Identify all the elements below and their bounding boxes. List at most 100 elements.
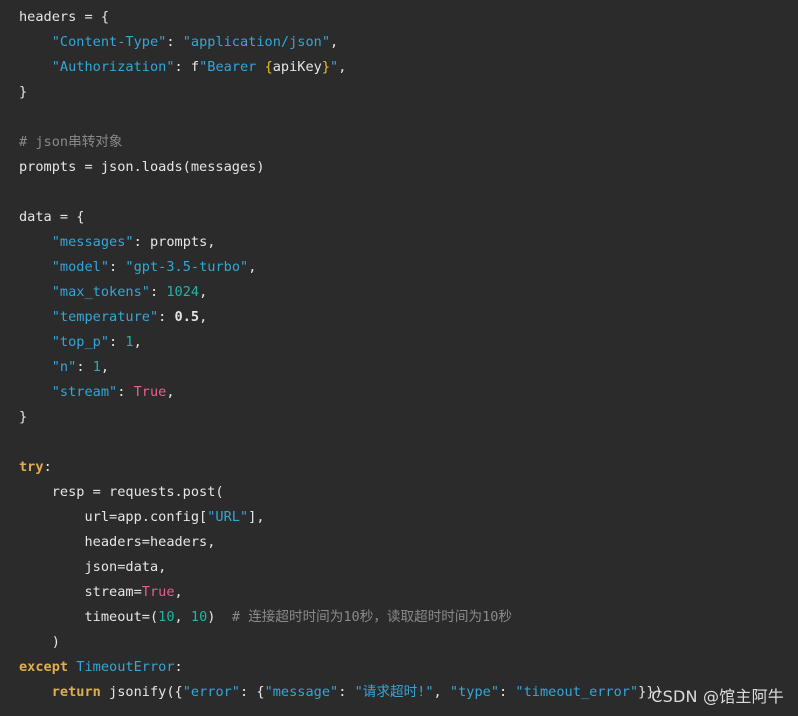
code-token-plain: : xyxy=(117,384,134,400)
code-token-plain: : prompts, xyxy=(133,234,216,250)
code-line: } xyxy=(19,80,27,105)
code-token-plain: url=app.config[ xyxy=(19,509,208,525)
code-token-bracket: } xyxy=(321,59,331,75)
code-line: json=data, xyxy=(19,555,166,580)
code-token-string: "请求超时!" xyxy=(354,684,434,700)
code-token-plain: , xyxy=(174,584,183,600)
code-token-keyword: except xyxy=(19,659,69,675)
code-line: ) xyxy=(19,630,60,655)
code-token-plain: , xyxy=(338,59,347,75)
code-token-plain: , xyxy=(199,284,208,300)
code-line: except TimeoutError: xyxy=(19,655,183,680)
code-line: prompts = json.loads(messages) xyxy=(19,155,265,180)
code-token-plain: stream= xyxy=(19,584,142,600)
code-block[interactable]: headers = { "Content-Type": "application… xyxy=(0,4,798,716)
code-token-plain: : xyxy=(338,684,355,700)
code-token-bracket: { xyxy=(264,59,273,75)
code-token-class: TimeoutError xyxy=(76,659,175,675)
code-token-string: "type" xyxy=(449,684,500,700)
code-line: stream=True, xyxy=(19,580,183,605)
code-line: } xyxy=(19,405,27,430)
code-line: "model": "gpt-3.5-turbo", xyxy=(19,255,257,280)
code-token-plain: : xyxy=(149,284,167,300)
code-line: "messages": prompts, xyxy=(19,230,216,255)
code-token-plain: jsonify({ xyxy=(100,684,183,700)
code-token-string: "Content-Type" xyxy=(51,34,167,50)
code-token-plain: , xyxy=(248,259,257,275)
code-token-plain: apiKey xyxy=(272,59,322,75)
code-token-plain: json=data, xyxy=(19,559,167,575)
code-line: "top_p": 1, xyxy=(19,330,142,355)
code-token-bool: True xyxy=(141,584,175,600)
code-line: headers = { xyxy=(19,5,109,30)
code-token-string: "timeout_error" xyxy=(515,684,639,700)
code-token-plain: data = { xyxy=(19,209,85,225)
code-token-keyword: try xyxy=(19,459,44,475)
code-token-plain: : xyxy=(43,459,52,475)
code-token-string: "Authorization" xyxy=(51,59,175,75)
code-token-plain: } xyxy=(19,84,28,100)
code-token-plain: , xyxy=(100,359,110,375)
code-line: "temperature": 0.5, xyxy=(19,305,208,330)
code-token-comment: # 连接超时时间为10秒，读取超时时间为10秒 xyxy=(231,609,513,625)
code-token-plain: , xyxy=(133,334,142,350)
code-token-plain: : f xyxy=(174,59,200,75)
code-token-string: "URL" xyxy=(207,509,249,525)
code-line: "Content-Type": "application/json", xyxy=(19,30,338,55)
code-token-plain: , xyxy=(330,34,339,50)
code-token-string: "Bearer xyxy=(199,59,265,75)
code-token-number: 10 xyxy=(190,609,208,625)
code-line: try: xyxy=(19,455,52,480)
code-token-comment: # json串转对象 xyxy=(19,134,123,150)
code-token-plain: : xyxy=(109,334,126,350)
code-line: "Authorization": f"Bearer {apiKey}", xyxy=(19,55,347,80)
code-token-keyword: return xyxy=(51,684,101,700)
code-token-plain: : { xyxy=(240,684,265,700)
code-token-string: "gpt-3.5-turbo" xyxy=(125,259,249,275)
code-token-number: 10 xyxy=(158,609,175,625)
code-token-bool: True xyxy=(133,384,167,400)
code-token-plain: , xyxy=(174,609,191,625)
code-line: "n": 1, xyxy=(19,355,109,380)
code-token-plain: : xyxy=(158,309,175,325)
code-line: timeout=(10, 10) # 连接超时时间为10秒，读取超时时间为10秒 xyxy=(19,605,512,630)
code-token-plain: headers = { xyxy=(19,9,110,25)
code-token-plain: resp = requests.post( xyxy=(19,484,224,500)
code-line: "stream": True, xyxy=(19,380,175,405)
code-token-plain: } xyxy=(19,409,28,425)
code-token-plain: , xyxy=(433,684,450,700)
code-token-string: "error" xyxy=(182,684,240,700)
code-token-plain: ], xyxy=(248,509,265,525)
code-token-plain: prompts = json.loads(messages) xyxy=(19,159,265,175)
code-token-plain: ) xyxy=(207,609,232,625)
code-token-plain: , xyxy=(199,309,208,325)
code-token-number: 1 xyxy=(92,359,101,375)
code-line: resp = requests.post( xyxy=(19,480,224,505)
code-token-string: "messages" xyxy=(51,234,134,250)
code-token-plain: : xyxy=(76,359,93,375)
code-token-bold: 0.5 xyxy=(174,309,200,325)
code-token-string: "n" xyxy=(51,359,77,375)
code-line: url=app.config["URL"], xyxy=(19,505,265,530)
code-token-plain: headers=headers, xyxy=(19,534,216,550)
code-token-string: "message" xyxy=(264,684,339,700)
code-token-plain: timeout=( xyxy=(19,609,159,625)
code-token-string: "stream" xyxy=(51,384,118,400)
code-token-string: " xyxy=(330,59,339,75)
csdn-watermark: CSDN @馆主阿牛 xyxy=(651,687,784,706)
code-token-number: 1 xyxy=(125,334,134,350)
code-token-plain: : xyxy=(499,684,516,700)
code-line: # json串转对象 xyxy=(19,130,122,155)
code-token-string: "model" xyxy=(51,259,110,275)
code-line: headers=headers, xyxy=(19,530,215,555)
code-token-plain: : xyxy=(174,659,183,675)
code-token-string: "max_tokens" xyxy=(51,284,150,300)
